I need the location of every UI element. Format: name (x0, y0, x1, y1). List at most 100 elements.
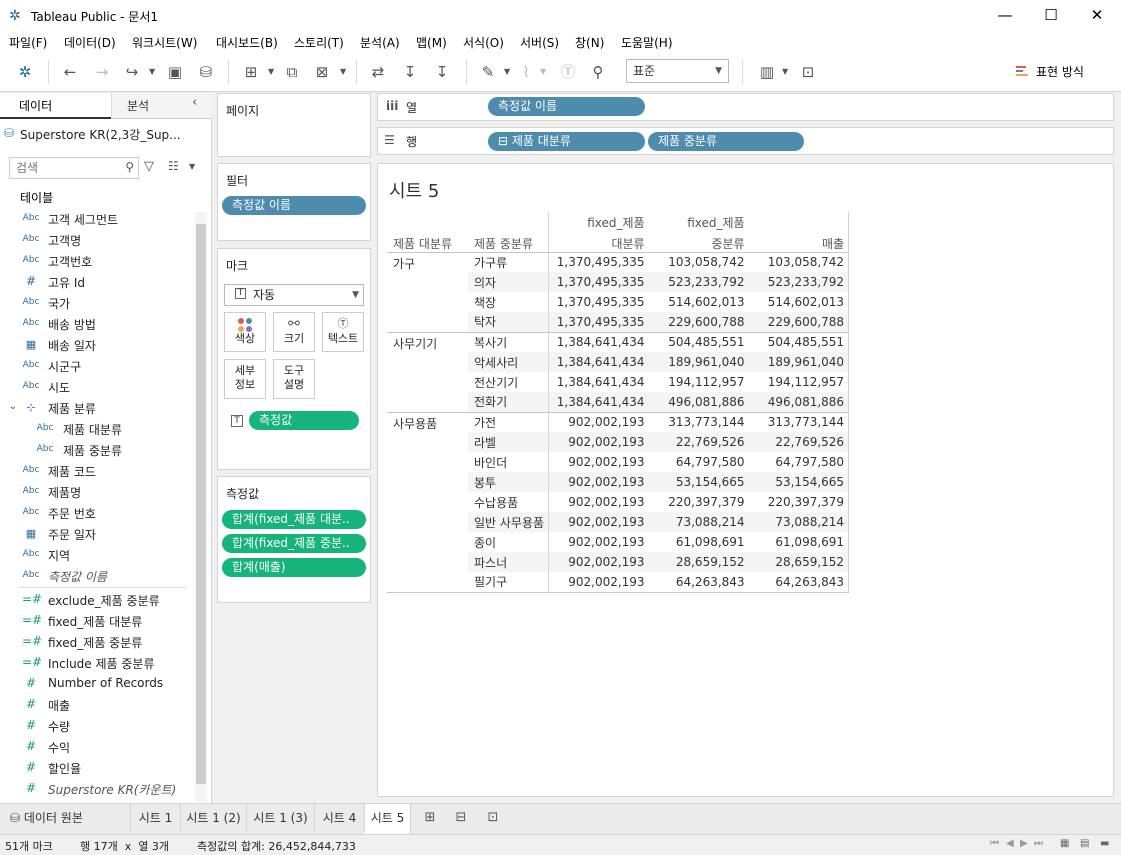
value-fixed-subcategory-cell[interactable]: 229,600,788 (648, 312, 749, 332)
minimize-button[interactable]: — (982, 0, 1028, 32)
value-fixed-category-cell[interactable]: 1,370,495,335 (548, 312, 649, 332)
row-category-cell[interactable]: 가구 (387, 251, 468, 272)
row-subcategory-cell[interactable]: 종이 (468, 532, 550, 552)
row-subcategory-cell[interactable]: 전산기기 (468, 372, 550, 392)
measure-values-card[interactable]: 측정값 합계(fixed_제품 대분.. 합계(fixed_제품 중분.. 합계… (217, 476, 371, 603)
new-worksheet-dropdown-icon[interactable]: ▼ (268, 62, 274, 82)
field-fixed-category[interactable]: =# fixed_제품 대분류 (0, 611, 195, 632)
new-worksheet-icon[interactable]: ⊞ (240, 62, 262, 82)
close-button[interactable]: ✕ (1074, 0, 1120, 32)
field-order-date[interactable]: ▦ 주문 일자 (0, 524, 195, 545)
row-subcategory-cell[interactable]: 수납용품 (468, 492, 550, 512)
menu-format[interactable]: 서식(O) (463, 34, 504, 51)
value-fixed-subcategory-cell[interactable]: 61,098,691 (649, 532, 749, 552)
columns-shelf[interactable]: iii 열 측정값 이름 (377, 93, 1114, 121)
measure-pill-fixed-category[interactable]: 합계(fixed_제품 대분.. (222, 510, 366, 529)
row-category-cell[interactable] (387, 372, 468, 392)
value-fixed-subcategory-cell[interactable]: 28,659,152 (648, 552, 749, 572)
row-category-cell[interactable] (387, 492, 468, 512)
value-sales-cell[interactable]: 504,485,551 (748, 331, 850, 352)
field-include-subcategory[interactable]: =# Include 제품 중분류 (0, 653, 195, 674)
menu-analysis[interactable]: 분석(A) (360, 34, 400, 51)
row-category-cell[interactable] (387, 272, 468, 292)
text-button[interactable]: Ⓣ 텍스트 (322, 312, 364, 352)
field-ship-mode[interactable]: Abc 배송 방법 (0, 314, 195, 335)
value-fixed-subcategory-cell[interactable]: 523,233,792 (648, 272, 749, 292)
value-fixed-category-cell[interactable]: 902,002,193 (549, 492, 649, 512)
field-record-count[interactable]: # Superstore KR(카운트) (0, 779, 195, 800)
tab-sheet-4[interactable]: 시트 4 (315, 804, 365, 832)
field-unique-id[interactable]: # 고유 Id (0, 272, 195, 293)
value-fixed-subcategory-cell[interactable]: 220,397,379 (649, 492, 749, 512)
value-fixed-category-cell[interactable]: 1,370,495,335 (549, 292, 649, 312)
redo-icon[interactable]: → (92, 62, 112, 82)
value-fixed-subcategory-cell[interactable]: 313,773,144 (648, 411, 749, 432)
col-header-fixed-category[interactable]: fixed_제품 (549, 212, 649, 232)
menu-server[interactable]: 서버(S) (520, 34, 559, 51)
measure-pill-sales[interactable]: 합계(매출) (222, 558, 366, 577)
row-category-cell[interactable] (387, 512, 468, 532)
value-fixed-category-cell[interactable]: 902,002,193 (548, 411, 649, 432)
value-fixed-category-cell[interactable]: 1,384,641,434 (548, 331, 649, 352)
value-fixed-subcategory-cell[interactable]: 22,769,526 (648, 432, 749, 452)
rows-shelf[interactable]: ☰ 행 ⊟ 제품 대분류 제품 중분류 (377, 127, 1114, 155)
field-product-category[interactable]: Abc 제품 대분류 (0, 419, 195, 440)
save-icon[interactable]: ▣ (165, 62, 185, 82)
mark-type-select[interactable]: T 자동 ▼ (224, 284, 364, 306)
labels-icon[interactable]: Ⓣ (558, 62, 578, 82)
value-fixed-category-cell[interactable]: 902,002,193 (548, 432, 649, 452)
value-fixed-category-cell[interactable]: 902,002,193 (548, 472, 649, 492)
field-fixed-subcategory[interactable]: =# fixed_제품 중분류 (0, 632, 195, 653)
highlight-dropdown-icon[interactable]: ▼ (504, 62, 510, 82)
field-measure-names[interactable]: Abc 측정값 이름 (0, 566, 195, 587)
field-number-of-records[interactable]: # Number of Records (0, 674, 195, 695)
view-options-dropdown-icon[interactable]: ▼ (189, 162, 195, 171)
color-button[interactable]: 색상 (224, 312, 266, 352)
value-fixed-category-cell[interactable]: 902,002,193 (549, 532, 649, 552)
value-sales-cell[interactable]: 523,233,792 (748, 272, 850, 292)
replay-icon[interactable]: ↪ (122, 62, 142, 82)
field-customer-segment[interactable]: Abc 고객 세그먼트 (0, 209, 195, 230)
duplicate-icon[interactable]: ⧉ (282, 62, 302, 82)
row-category-cell[interactable] (387, 532, 468, 552)
row-subcategory-cell[interactable]: 전화기 (468, 392, 550, 412)
value-fixed-category-cell[interactable]: 1,384,641,434 (548, 392, 649, 412)
clear-dropdown-icon[interactable]: ▼ (340, 62, 346, 82)
row-subcategory-cell[interactable]: 봉투 (468, 472, 550, 492)
tabs-view-icon[interactable]: ▬ (1100, 838, 1109, 849)
row-subcategory-cell[interactable]: 바인더 (468, 452, 550, 472)
field-province[interactable]: Abc 시도 (0, 377, 195, 398)
tab-sheet-1[interactable]: 시트 1 (131, 804, 181, 832)
last-sheet-icon[interactable]: ⏭ (1034, 838, 1043, 849)
value-sales-cell[interactable]: 22,769,526 (748, 432, 850, 452)
menu-help[interactable]: 도움말(H) (621, 34, 673, 51)
field-product-hierarchy[interactable]: ⌄ ⊹ 제품 분류 (0, 398, 195, 419)
value-sales-cell[interactable]: 103,058,742 (748, 251, 850, 272)
filters-card[interactable]: 필터 측정값 이름 (217, 163, 371, 241)
value-fixed-subcategory-cell[interactable]: 53,154,665 (648, 472, 749, 492)
highlight-icon[interactable]: ✎ (478, 62, 498, 82)
row-category-cell[interactable]: 사무용품 (387, 411, 468, 432)
col-header-fixed-subcategory[interactable]: fixed_제품 (649, 212, 749, 232)
value-fixed-category-cell[interactable]: 902,002,193 (548, 572, 649, 593)
menu-map[interactable]: 맵(M) (416, 34, 447, 51)
tab-sheet-1-3[interactable]: 시트 1 (3) (247, 804, 315, 832)
filter-icon[interactable]: ▽ (144, 159, 154, 174)
data-pane-scrollbar[interactable] (195, 212, 207, 802)
search-box[interactable]: ⚲ (9, 157, 139, 179)
group-dropdown-icon[interactable]: ▼ (540, 62, 546, 82)
value-sales-cell[interactable]: 64,263,843 (748, 572, 850, 593)
next-sheet-icon[interactable]: ▶ (1020, 838, 1028, 849)
field-country[interactable]: Abc 국가 (0, 293, 195, 314)
collapse-pane-icon[interactable]: ‹ (192, 95, 197, 110)
search-icon[interactable]: ⚲ (125, 160, 134, 174)
value-sales-cell[interactable]: 229,600,788 (748, 312, 850, 332)
cards-icon[interactable]: ▥ (756, 62, 778, 82)
row-category-cell[interactable] (387, 452, 468, 472)
sheet-sorter-icon[interactable]: ▦ (1060, 838, 1069, 849)
value-fixed-category-cell[interactable]: 1,370,495,335 (548, 251, 649, 272)
value-sales-cell[interactable]: 53,154,665 (748, 472, 850, 492)
measure-pill-fixed-subcategory[interactable]: 합계(fixed_제품 중분.. (222, 534, 366, 553)
row-category-cell[interactable] (387, 472, 468, 492)
mark-pill-measure-values[interactable]: 측정값 (249, 411, 359, 430)
